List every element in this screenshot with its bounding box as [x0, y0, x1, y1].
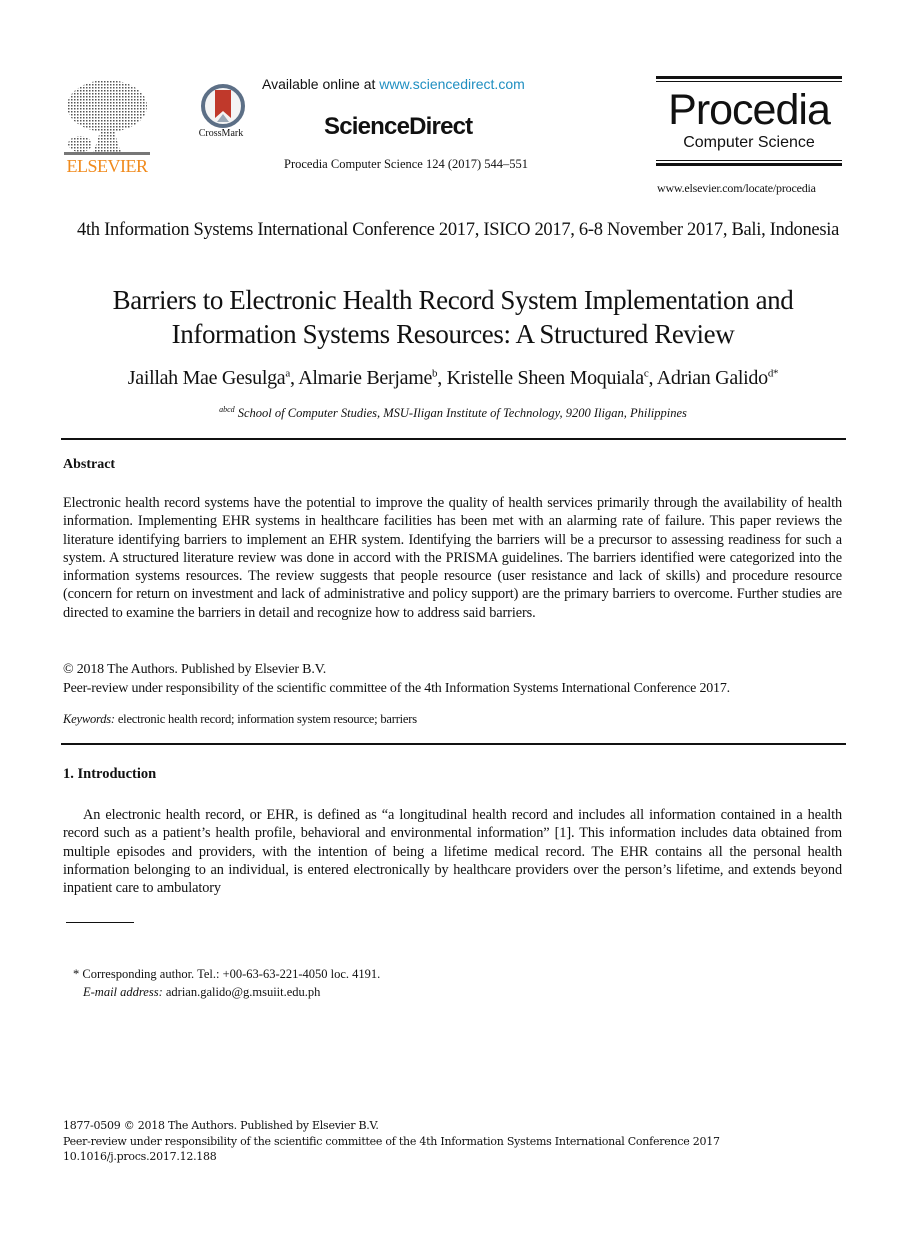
- author-name: Almarie Berjame: [298, 367, 433, 389]
- journal-url[interactable]: www.elsevier.com/locate/procedia: [657, 181, 816, 196]
- publication-info: 1877-0509 © 2018 The Authors. Published …: [63, 1118, 720, 1165]
- copyright-notice: © 2018 The Authors. Published by Elsevie…: [63, 661, 730, 698]
- keywords: Keywords: electronic health record; info…: [63, 712, 417, 727]
- peer-review-line: Peer-review under responsibility of the …: [63, 680, 730, 696]
- author-name: Jaillah Mae Gesulga: [127, 367, 286, 389]
- crossmark-label: CrossMark: [198, 128, 244, 139]
- sciencedirect-link[interactable]: www.sciencedirect.com: [379, 76, 525, 92]
- author-name: Adrian Galido: [656, 367, 768, 389]
- rule: [656, 160, 842, 161]
- rule: [656, 163, 842, 166]
- divider: [61, 438, 846, 440]
- conference-line: 4th Information Systems International Co…: [77, 220, 839, 240]
- paper-title: Barriers to Electronic Health Record Sys…: [60, 283, 846, 351]
- available-prefix: Available online at: [262, 76, 380, 92]
- procedia-subtitle: Computer Science: [683, 134, 815, 151]
- elsevier-wordmark: ELSEVIER: [66, 156, 149, 176]
- author-name: Kristelle Sheen Moquiala: [446, 367, 645, 389]
- rule: [656, 76, 842, 79]
- title-line: Information Systems Resources: A Structu…: [171, 319, 735, 349]
- section-heading: 1. Introduction: [63, 766, 157, 782]
- copyright-line: © 2018 The Authors. Published by Elsevie…: [63, 662, 327, 677]
- abstract-body: Electronic health record systems have th…: [63, 495, 842, 621]
- doi-link[interactable]: 10.1016/j.procs.2017.12.188: [63, 1149, 720, 1165]
- procedia-wordmark: Procedia: [668, 86, 831, 134]
- author-list: Jaillah Mae Gesulgaa, Almarie Berjameb, …: [60, 367, 846, 390]
- email-line: E-mail address: adrian.galido@g.msuiit.e…: [73, 983, 380, 1001]
- footnote: * Corresponding author. Tel.: +00-63-63-…: [73, 965, 380, 1001]
- paragraph: An electronic health record, or EHR, is …: [63, 807, 842, 897]
- affiliation: abcd School of Computer Studies, MSU-Ili…: [60, 405, 846, 421]
- journal-reference: Procedia Computer Science 124 (2017) 544…: [284, 157, 529, 171]
- rule: [656, 81, 842, 82]
- separator: ,: [437, 367, 447, 389]
- issn-line: 1877-0509 © 2018 The Authors. Published …: [63, 1119, 379, 1132]
- email-address[interactable]: adrian.galido@g.msuiit.edu.ph: [163, 985, 321, 999]
- corresponding-author: * Corresponding author. Tel.: +00-63-63-…: [73, 967, 381, 981]
- affiliation-sup: abcd: [219, 405, 235, 414]
- sciencedirect-logo: ScienceDirect: [324, 113, 473, 140]
- peer-review-line: Peer-review under responsibility of the …: [63, 1134, 720, 1148]
- separator: ,: [648, 367, 657, 389]
- author-sup: d*: [767, 367, 779, 380]
- separator: ,: [289, 367, 299, 389]
- email-label: E-mail address:: [83, 985, 163, 999]
- procedia-logo: Procedia Computer Science: [656, 76, 842, 168]
- introduction-body: An electronic health record, or EHR, is …: [63, 806, 842, 897]
- divider: [61, 743, 846, 745]
- footnote-rule: [66, 922, 134, 923]
- available-online: Available online at www.sciencedirect.co…: [262, 76, 525, 92]
- abstract-heading: Abstract: [63, 457, 116, 472]
- title-line: Barriers to Electronic Health Record Sys…: [112, 285, 794, 315]
- keywords-label: Keywords:: [63, 712, 115, 726]
- keywords-list: electronic health record; information sy…: [114, 712, 417, 726]
- affiliation-text: School of Computer Studies, MSU-Iligan I…: [237, 406, 687, 421]
